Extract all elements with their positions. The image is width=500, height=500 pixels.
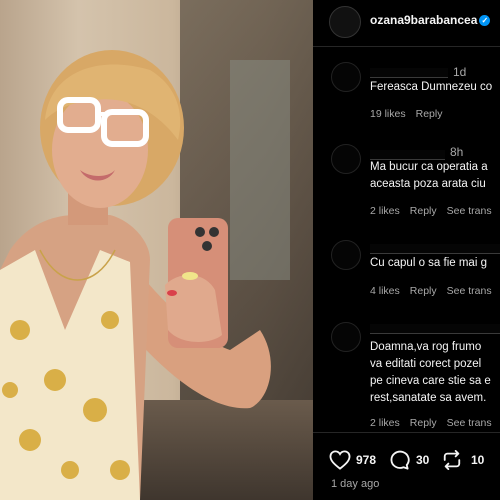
comment-text-line: pe cineva care stie sa e bbox=[370, 375, 491, 387]
commenter-username-redacted[interactable] bbox=[370, 68, 448, 78]
comment-likes[interactable]: 4 likes bbox=[370, 285, 400, 297]
comment-count: 30 bbox=[416, 453, 430, 467]
post-photo[interactable] bbox=[0, 0, 313, 500]
comment-text-line: Cu capul o sa fie mai g bbox=[370, 257, 487, 269]
commenter-avatar[interactable] bbox=[331, 144, 361, 174]
comment-text-line: va editati corect pozel bbox=[370, 358, 482, 370]
see-translation-link[interactable]: See trans bbox=[447, 205, 492, 217]
comment-reply-button[interactable]: Reply bbox=[410, 205, 437, 217]
author-avatar[interactable] bbox=[329, 6, 361, 38]
comment-text-line: rest,sanatate sa avem. bbox=[370, 392, 487, 404]
comment-text-line: aceasta poza arata ciu bbox=[370, 178, 486, 190]
commenter-avatar[interactable] bbox=[331, 240, 361, 270]
comment-button[interactable]: 30 bbox=[388, 448, 438, 472]
author-username-text[interactable]: ozana9barabancea bbox=[370, 13, 477, 27]
heart-icon[interactable] bbox=[329, 450, 351, 470]
comment-text-line: Fereasca Dumnezeu co bbox=[370, 81, 493, 93]
comment-meta: 19 likes Reply bbox=[370, 108, 452, 120]
comment-text-line: Ma bucur ca operatia a bbox=[370, 161, 488, 173]
like-button[interactable]: 978 bbox=[329, 448, 383, 472]
comment-meta: 2 likes Reply See trans bbox=[370, 417, 500, 429]
person-illustration bbox=[0, 50, 271, 500]
post-header: ozana9barabancea ✓ bbox=[313, 0, 500, 47]
comment-likes[interactable]: 19 likes bbox=[370, 108, 406, 120]
like-count: 978 bbox=[356, 453, 377, 467]
repost-button[interactable]: 10 bbox=[441, 448, 491, 472]
comment-likes[interactable]: 2 likes bbox=[370, 417, 400, 429]
repost-count: 10 bbox=[471, 453, 485, 467]
comment-meta: 4 likes Reply See trans bbox=[370, 285, 500, 297]
commenter-username-redacted[interactable] bbox=[370, 244, 500, 254]
author-username[interactable]: ozana9barabancea ✓ bbox=[370, 13, 491, 27]
comment-reply-button[interactable]: Reply bbox=[410, 285, 437, 297]
comment-time: 1d bbox=[453, 65, 467, 79]
comment-reply-button[interactable]: Reply bbox=[416, 108, 443, 120]
comment-time: 8h bbox=[450, 145, 464, 159]
verified-badge-icon: ✓ bbox=[479, 15, 491, 26]
comment-likes[interactable]: 2 likes bbox=[370, 205, 400, 217]
repost-icon[interactable] bbox=[441, 450, 463, 470]
comment-bubble-icon[interactable] bbox=[388, 450, 410, 470]
comment-meta: 2 likes Reply See trans bbox=[370, 205, 500, 217]
commenter-avatar[interactable] bbox=[331, 322, 361, 352]
post-time-ago: 1 day ago bbox=[331, 478, 380, 490]
comment-text-line: Doamna,va rog frumo bbox=[370, 341, 482, 353]
action-bar-divider bbox=[313, 432, 500, 433]
see-translation-link[interactable]: See trans bbox=[447, 417, 492, 429]
commenter-username-redacted[interactable] bbox=[370, 324, 500, 334]
comment-reply-button[interactable]: Reply bbox=[410, 417, 437, 429]
commenter-avatar[interactable] bbox=[331, 62, 361, 92]
see-translation-link[interactable]: See trans bbox=[447, 285, 492, 297]
post-sidebar: ozana9barabancea ✓ 1d Fereasca Dumnezeu c… bbox=[313, 0, 500, 500]
